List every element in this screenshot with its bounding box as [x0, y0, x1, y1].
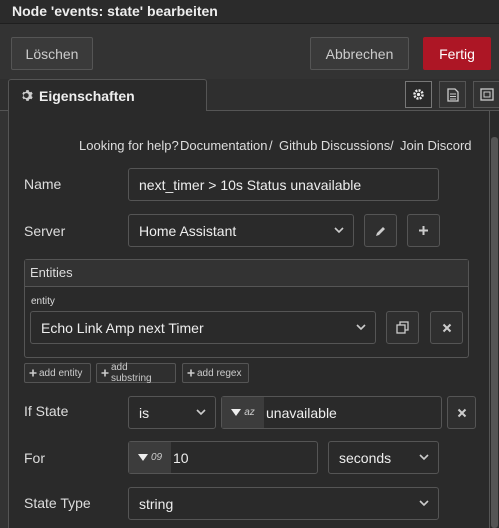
tab-properties-label: Eigenschaften [39, 88, 135, 104]
plus-icon [419, 226, 428, 235]
add-substring-button[interactable]: add substring [96, 362, 176, 384]
number-type-icon: 09 [150, 452, 163, 463]
entities-header-label: Entities [30, 265, 73, 280]
tab-description[interactable] [439, 81, 466, 108]
tab-properties[interactable]: Eigenschaften [8, 79, 207, 112]
add-regex-label: add regex [197, 367, 242, 379]
help-separator: / [269, 138, 273, 153]
entity-value: Echo Link Amp next Timer [41, 319, 204, 336]
state-type-value: string [139, 495, 174, 512]
edit-server-button[interactable] [364, 214, 397, 247]
for-label: For [24, 450, 45, 466]
add-entity-label: add entity [39, 367, 83, 379]
state-type-select[interactable]: string [128, 487, 439, 520]
chevron-down-icon [356, 324, 366, 331]
server-label: Server [24, 223, 66, 239]
chevron-down-icon [419, 500, 429, 507]
remove-entity-button[interactable] [430, 311, 463, 344]
document-icon [446, 87, 459, 102]
for-unit-select[interactable]: seconds [328, 441, 439, 474]
server-value: Home Assistant [139, 222, 237, 239]
gear-icon [413, 89, 424, 100]
delete-button[interactable]: Löschen [11, 37, 93, 70]
add-regex-button[interactable]: add regex [182, 363, 249, 383]
if-state-value: unavailable [266, 404, 337, 421]
caret-down-icon [137, 454, 148, 461]
if-state-operator-select[interactable]: is [128, 396, 216, 429]
dialog-title: Node 'events: state' bearbeiten [12, 3, 218, 19]
string-type-icon: az [244, 407, 255, 418]
github-discussions-link[interactable]: Github Discussions [279, 138, 390, 153]
scrollbar-thumb[interactable] [491, 137, 498, 528]
for-value: 10 [173, 449, 189, 466]
help-prefix: Looking for help? [79, 138, 179, 153]
if-state-type-dropdown[interactable]: az [222, 397, 264, 428]
copy-entity-button[interactable] [386, 311, 419, 344]
chevron-down-icon [419, 454, 429, 461]
for-unit-value: seconds [339, 449, 392, 466]
clear-if-state-button[interactable] [447, 396, 476, 429]
for-input[interactable]: 09 10 [128, 441, 318, 474]
name-label: Name [24, 176, 62, 192]
tab-settings[interactable] [405, 81, 432, 108]
close-icon [457, 408, 466, 417]
pencil-icon [375, 226, 385, 236]
for-type-dropdown[interactable]: 09 [129, 442, 171, 473]
cancel-button[interactable]: Abbrechen [310, 37, 409, 70]
add-entity-button[interactable]: add entity [24, 363, 91, 383]
frame-icon [479, 88, 494, 101]
plus-icon [29, 369, 37, 377]
caret-down-icon [231, 409, 242, 416]
plus-icon [101, 369, 109, 377]
chevron-down-icon [196, 409, 206, 416]
tab-appearance[interactable] [473, 81, 499, 108]
documentation-link[interactable]: Documentation [180, 138, 267, 153]
join-discord-link[interactable]: Join Discord [400, 138, 472, 153]
copy-icon [396, 321, 409, 334]
close-icon [442, 323, 451, 332]
entity-sublabel: entity [31, 296, 55, 307]
if-state-operator-value: is [139, 404, 150, 421]
state-type-label: State Type [24, 495, 91, 511]
add-server-button[interactable] [407, 214, 440, 247]
plus-icon [187, 369, 195, 377]
chevron-down-icon [334, 227, 344, 234]
scrollbar[interactable] [490, 111, 499, 528]
entities-header: Entities [25, 260, 468, 287]
server-select[interactable]: Home Assistant [128, 214, 354, 247]
help-separator: / [390, 138, 394, 153]
name-input[interactable]: next_timer > 10s Status unavailable [128, 168, 439, 201]
done-button[interactable]: Fertig [423, 37, 491, 70]
add-substring-label: add substring [111, 362, 152, 384]
entity-select[interactable]: Echo Link Amp next Timer [30, 311, 376, 344]
if-state-label: If State [24, 403, 69, 419]
dialog-titlebar: Node 'events: state' bearbeiten [0, 0, 499, 24]
gear-icon [22, 90, 33, 101]
if-state-input[interactable]: az unavailable [221, 396, 442, 429]
